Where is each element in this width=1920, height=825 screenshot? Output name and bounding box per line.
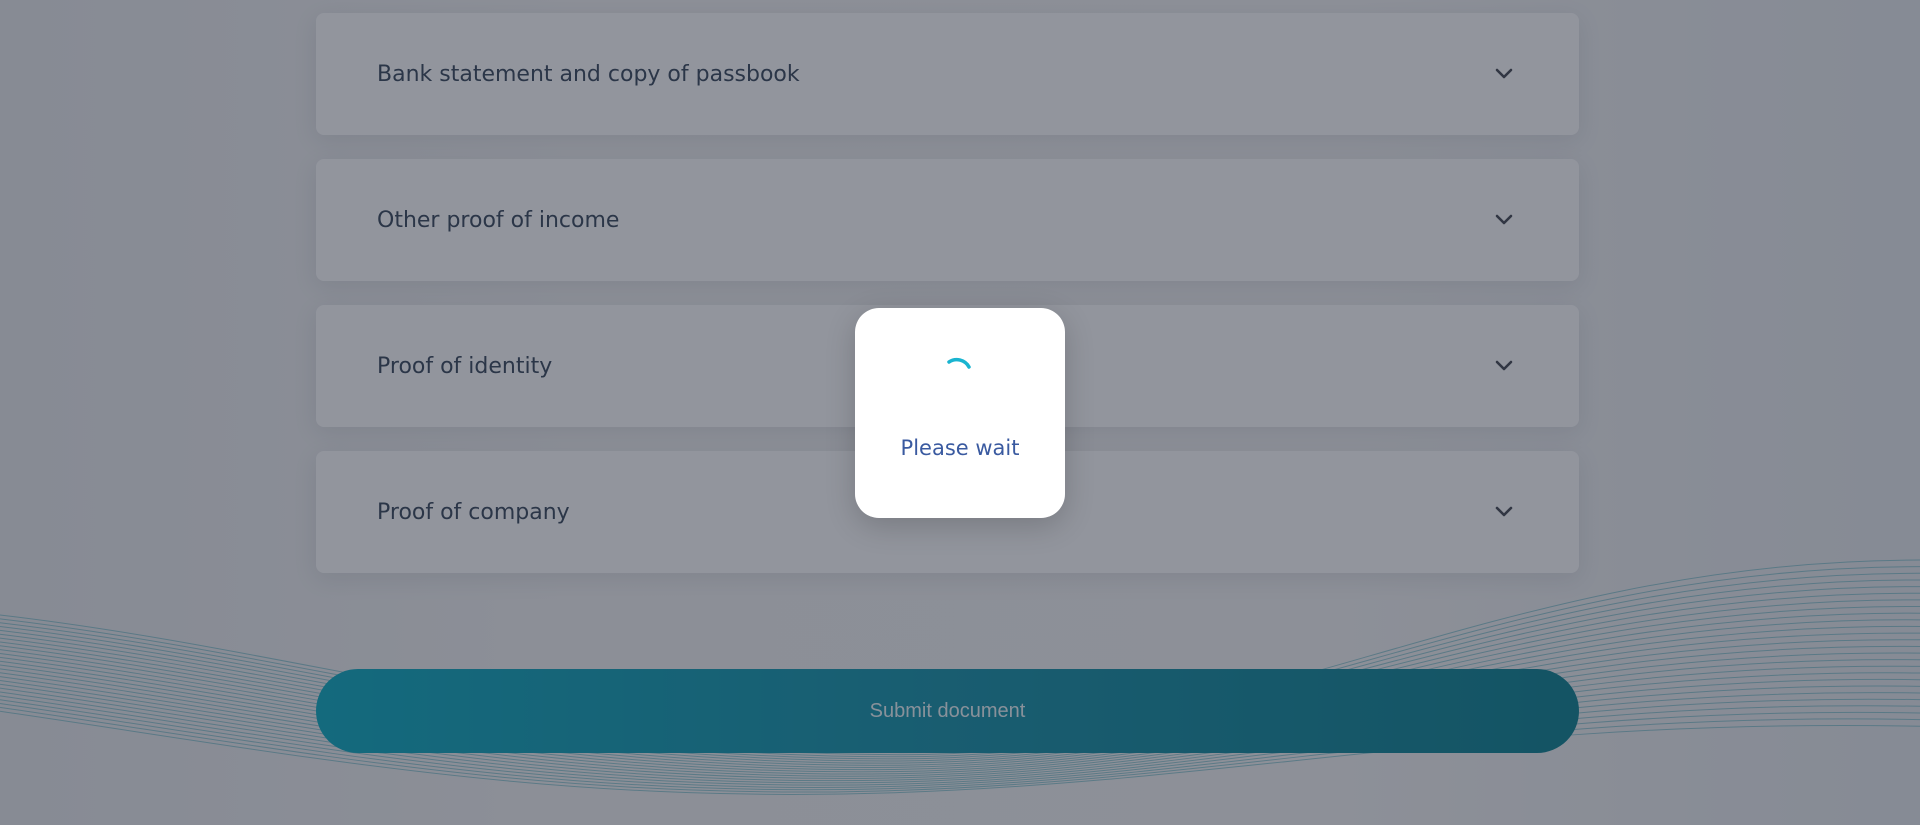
loading-message: Please wait xyxy=(900,436,1020,460)
loading-dialog: Please wait xyxy=(855,308,1065,518)
spinner-icon xyxy=(947,357,971,369)
